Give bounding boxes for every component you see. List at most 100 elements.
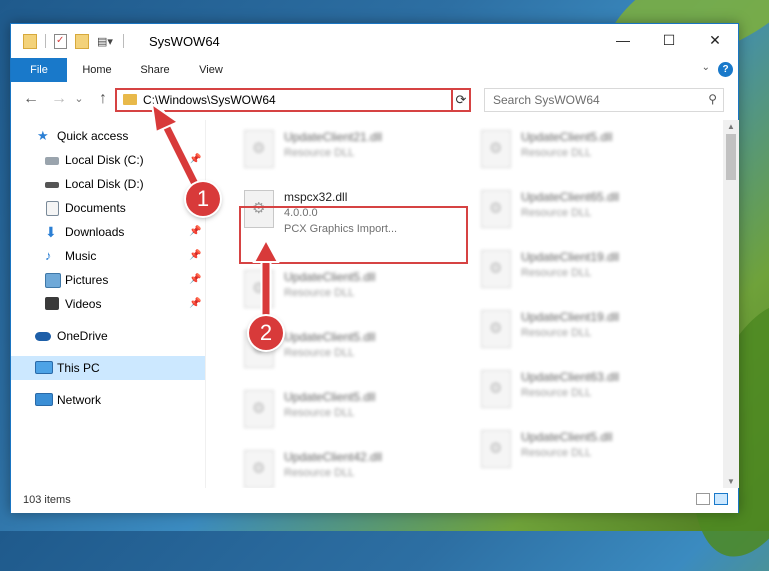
pin-icon[interactable]: 📌 <box>189 292 201 316</box>
highlight-box <box>239 206 468 264</box>
drive-icon <box>45 182 59 188</box>
dll-file-icon <box>481 250 511 288</box>
dll-file-icon <box>244 270 274 308</box>
window-title: SysWOW64 <box>149 34 220 49</box>
help-icon[interactable]: ? <box>718 62 733 77</box>
file-item[interactable]: UpdateClient21.dll Resource DLL <box>234 122 464 182</box>
sidebar-item-label: Quick access <box>57 129 129 143</box>
sidebar-item-label: Music <box>65 249 97 263</box>
tiles-view-icon[interactable] <box>714 493 728 505</box>
file-type: Resource DLL <box>284 407 355 419</box>
file-type: Resource DLL <box>284 287 355 299</box>
search-placeholder: Search SysWOW64 <box>493 93 600 107</box>
file-item[interactable]: UpdateClient63.dll Resource DLL <box>471 362 701 422</box>
file-type: Resource DLL <box>521 327 592 339</box>
file-name: UpdateClient5.dll <box>284 330 376 344</box>
sidebar-item-downloads[interactable]: ⬇ Downloads 📌 <box>11 220 205 244</box>
star-icon: ★ <box>37 128 49 143</box>
music-icon: ♪ <box>45 248 52 263</box>
file-item[interactable]: UpdateClient19.dll Resource DLL <box>471 302 701 362</box>
sidebar-item-documents[interactable]: Documents 📌 <box>11 196 205 220</box>
sidebar-item-label: This PC <box>57 361 100 375</box>
sidebar-item-network[interactable]: Network <box>11 388 205 412</box>
close-button[interactable]: ✕ <box>692 24 738 56</box>
sidebar-item-local-disk-d[interactable]: Local Disk (D:) <box>11 172 205 196</box>
back-button[interactable]: ← <box>21 90 41 108</box>
file-name: mspcx32.dll <box>284 190 348 204</box>
network-icon <box>35 393 53 406</box>
file-name: UpdateClient65.dll <box>521 190 620 204</box>
pin-icon[interactable]: 📌 <box>189 244 201 268</box>
pin-icon[interactable]: 📌 <box>189 220 201 244</box>
sidebar-item-music[interactable]: ♪ Music 📌 <box>11 244 205 268</box>
folder-icon[interactable] <box>23 33 37 49</box>
properties-icon[interactable]: ✓ <box>54 33 67 49</box>
tab-home[interactable]: Home <box>75 58 119 82</box>
step-badge-1: 1 <box>186 182 220 216</box>
folder-icon <box>123 94 137 105</box>
minimize-button[interactable]: — <box>600 24 646 56</box>
dll-file-icon <box>244 390 274 428</box>
sidebar-item-quick-access[interactable]: ★ Quick access <box>11 124 205 148</box>
tab-share[interactable]: Share <box>133 58 177 82</box>
separator <box>122 34 124 48</box>
scrollbar-thumb[interactable] <box>726 134 736 180</box>
videos-icon <box>45 297 59 310</box>
address-bar[interactable]: C:\Windows\SysWOW64 ⌄ <box>115 88 469 112</box>
new-folder-icon[interactable] <box>75 33 89 49</box>
file-item[interactable]: UpdateClient5.dll Resource DLL <box>234 262 464 322</box>
vertical-scrollbar[interactable]: ▲ ▼ <box>723 120 739 488</box>
expand-ribbon-icon[interactable]: ⌄ <box>702 62 710 73</box>
details-view-icon[interactable] <box>696 493 710 505</box>
cloud-icon <box>35 332 51 341</box>
sidebar-item-label: OneDrive <box>57 329 108 343</box>
search-input[interactable]: Search SysWOW64 ⚲ <box>484 88 724 112</box>
file-item[interactable]: UpdateClient5.dll Resource DLL <box>234 382 464 442</box>
scroll-up-icon[interactable]: ▲ <box>723 122 739 131</box>
file-name: UpdateClient19.dll <box>521 250 620 264</box>
quick-access-toolbar: ✓ ▤▾ <box>23 33 124 49</box>
sidebar-item-this-pc[interactable]: This PC <box>11 356 205 380</box>
customize-toolbar-icon[interactable]: ▤▾ <box>97 35 113 48</box>
pictures-icon <box>45 273 61 288</box>
sidebar-item-label: Network <box>57 393 102 407</box>
file-item[interactable]: UpdateClient5.dll Resource DLL <box>471 422 701 482</box>
sidebar-item-label: Videos <box>65 297 102 311</box>
file-name: UpdateClient19.dll <box>521 310 620 324</box>
refresh-button[interactable]: ⟳ <box>451 88 471 112</box>
dll-file-icon <box>244 130 274 168</box>
tab-view[interactable]: View <box>189 58 233 82</box>
file-type: Resource DLL <box>521 267 592 279</box>
file-name: UpdateClient5.dll <box>521 130 613 144</box>
up-button[interactable]: ↑ <box>93 90 113 108</box>
file-name: UpdateClient5.dll <box>284 390 376 404</box>
recent-locations-button[interactable]: ⌄ <box>69 92 89 105</box>
separator <box>45 34 46 48</box>
pin-icon[interactable]: 📌 <box>189 148 201 172</box>
sidebar-item-local-disk-c[interactable]: Local Disk (C:) 📌 <box>11 148 205 172</box>
sidebar-item-onedrive[interactable]: OneDrive <box>11 324 205 348</box>
file-name: UpdateClient21.dll <box>284 130 383 144</box>
item-count: 103 items <box>23 494 71 506</box>
sidebar-item-label: Pictures <box>65 273 109 287</box>
title-bar: ✓ ▤▾ SysWOW64 — ☐ ✕ <box>11 24 738 58</box>
file-name: UpdateClient5.dll <box>284 270 376 284</box>
search-icon: ⚲ <box>708 92 717 106</box>
file-item[interactable]: UpdateClient42.dll Resource DLL <box>234 442 464 488</box>
step-badge-2: 2 <box>249 316 283 350</box>
file-item[interactable]: UpdateClient19.dll Resource DLL <box>471 242 701 302</box>
dll-file-icon <box>481 370 511 408</box>
documents-icon <box>46 201 59 216</box>
forward-button[interactable]: → <box>49 90 69 108</box>
pin-icon[interactable]: 📌 <box>189 268 201 292</box>
drive-icon <box>45 157 59 165</box>
tab-file[interactable]: File <box>11 58 67 82</box>
file-item[interactable]: UpdateClient65.dll Resource DLL <box>471 182 701 242</box>
scroll-down-icon[interactable]: ▼ <box>723 477 739 486</box>
sidebar-item-pictures[interactable]: Pictures 📌 <box>11 268 205 292</box>
sidebar-item-videos[interactable]: Videos 📌 <box>11 292 205 316</box>
file-name: UpdateClient42.dll <box>284 450 383 464</box>
file-item[interactable]: UpdateClient5.dll Resource DLL <box>471 122 701 182</box>
sidebar-item-label: Local Disk (D:) <box>65 177 144 191</box>
maximize-button[interactable]: ☐ <box>646 24 692 56</box>
